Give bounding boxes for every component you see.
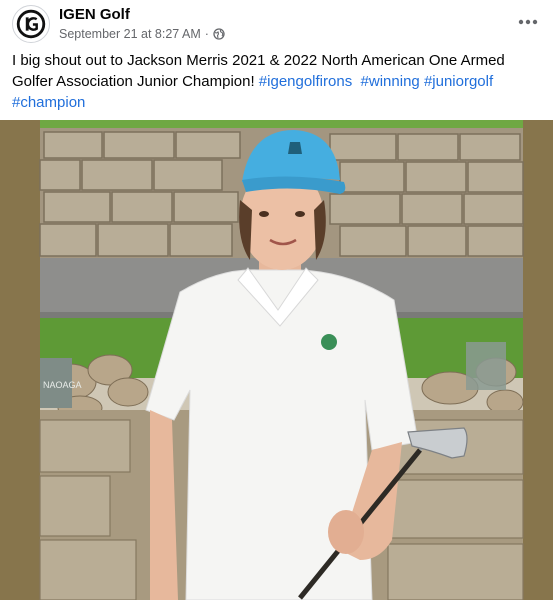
post-photo[interactable]: NAOAGA — [0, 120, 553, 600]
hashtag-link[interactable]: #champion — [12, 94, 85, 111]
page-name[interactable]: IGEN Golf — [59, 6, 130, 23]
hashtag-link[interactable]: #igengolfirons — [259, 73, 352, 90]
globe-icon — [213, 28, 225, 40]
hashtag-link[interactable]: #winning — [361, 73, 420, 90]
post-header: IGEN Golf September 21 at 8:27 AM · — [0, 0, 553, 46]
page-avatar[interactable] — [12, 5, 50, 43]
post-timestamp[interactable]: September 21 at 8:27 AM — [59, 27, 201, 41]
post-caption: I big shout out to Jackson Merris 2021 &… — [12, 50, 542, 113]
post-meta: September 21 at 8:27 AM · — [59, 27, 225, 41]
photo-sign-text: NAOAGA — [43, 380, 82, 390]
more-options-icon — [518, 19, 538, 25]
hashtag-link[interactable]: #juniorgolf — [424, 73, 493, 90]
more-options-button[interactable] — [511, 8, 545, 36]
igen-logo-icon — [14, 7, 48, 41]
meta-separator: · — [204, 27, 209, 41]
